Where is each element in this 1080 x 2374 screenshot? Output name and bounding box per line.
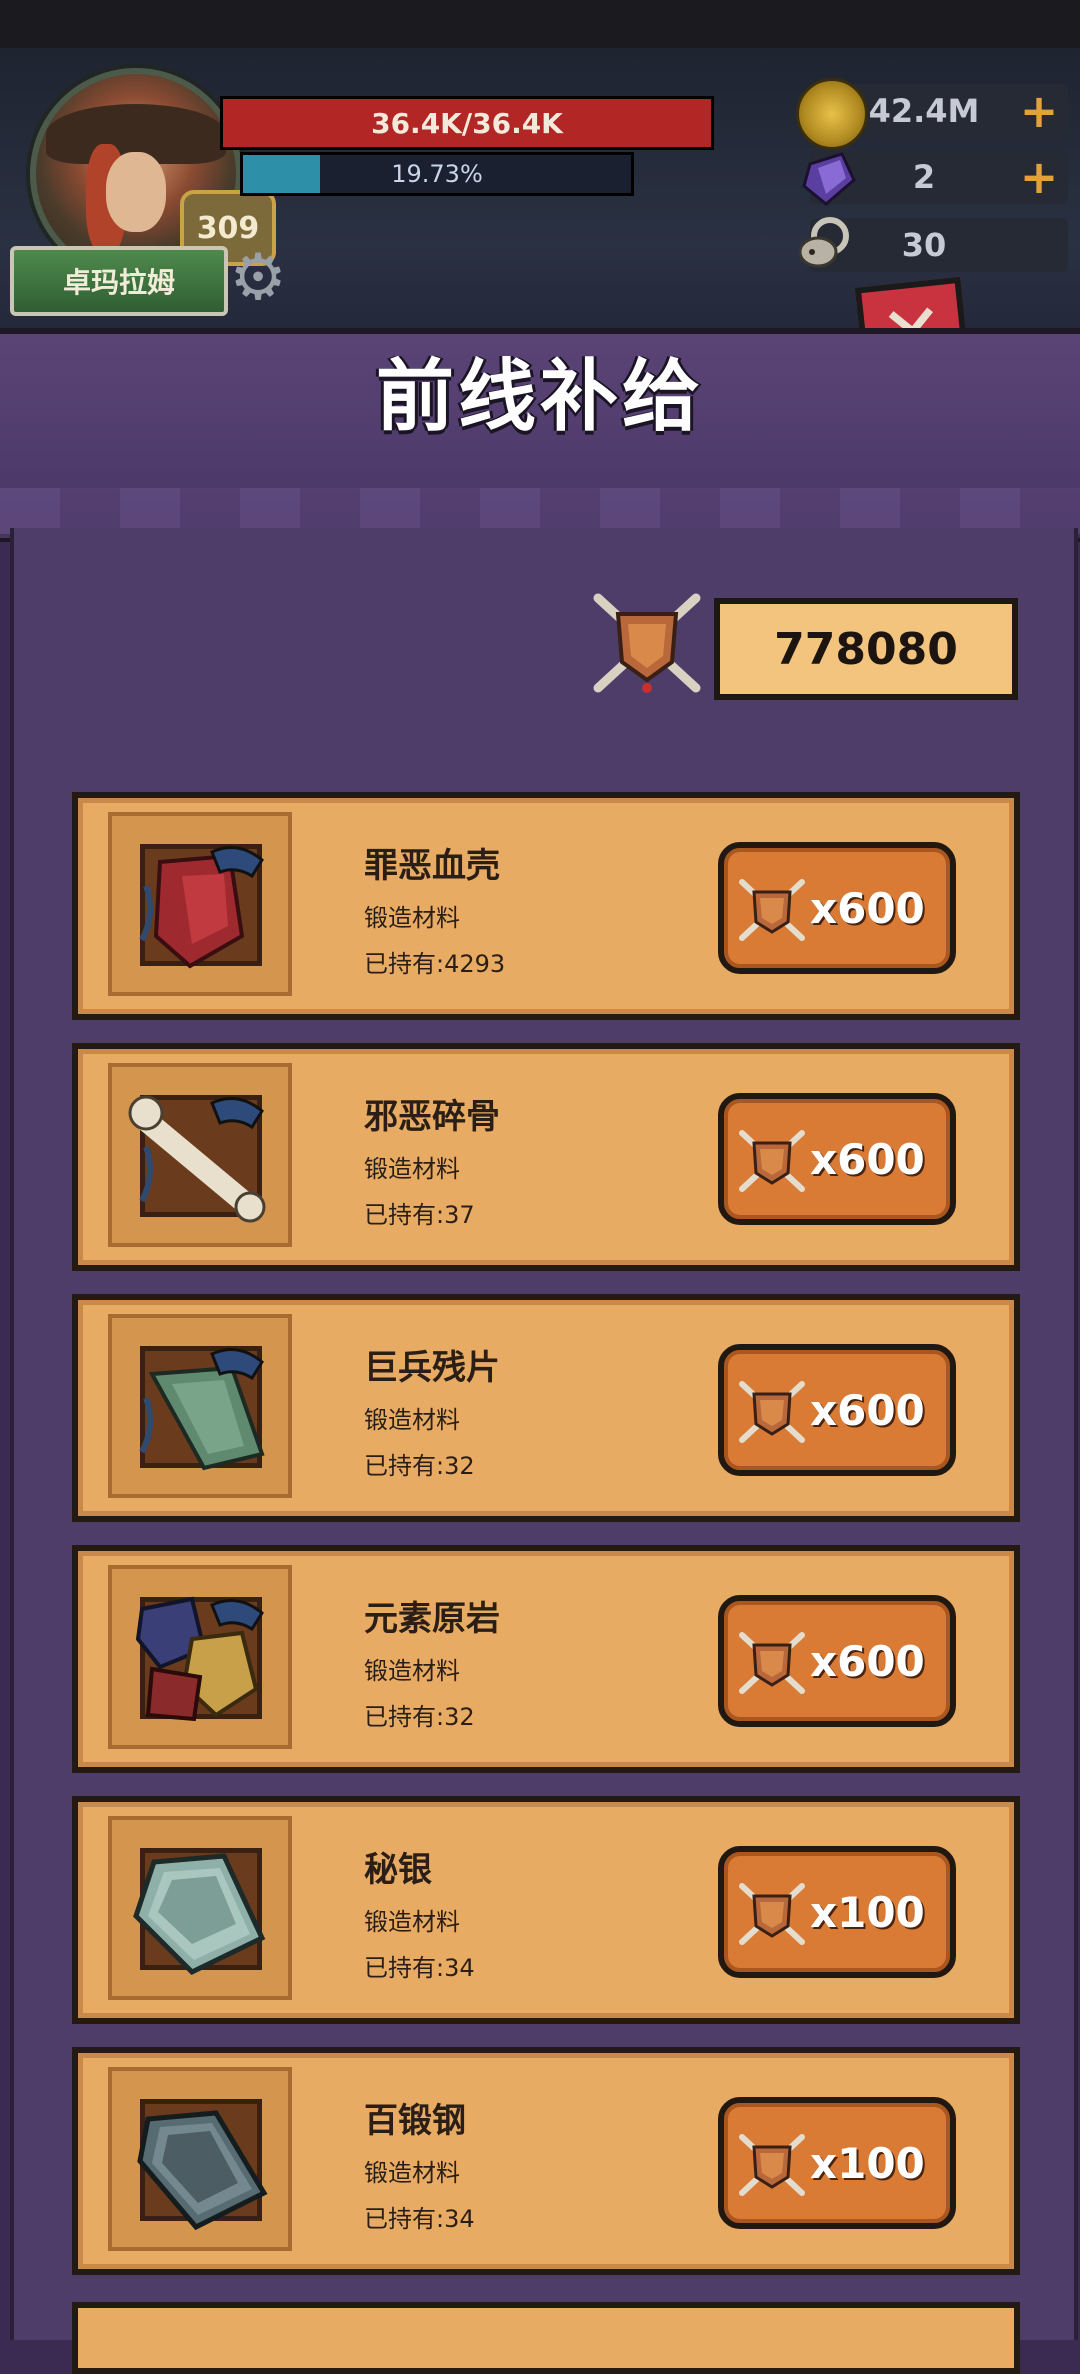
buy-price: x600: [810, 1134, 925, 1184]
item-name: 秘银: [364, 1850, 432, 1890]
item-icon[interactable]: [108, 1063, 292, 1247]
settings-gear-icon[interactable]: ⚙: [220, 240, 296, 316]
item-type: 锻造材料: [364, 2159, 460, 2187]
buy-button[interactable]: x600: [718, 1344, 956, 1476]
item-row-partial: [72, 2302, 1020, 2374]
hp-text: 36.4K/36.4K: [371, 106, 563, 140]
item-owned-count: 已持有:32: [364, 1452, 475, 1480]
item-icon[interactable]: [108, 1565, 292, 1749]
page-title: 前线补给: [375, 352, 704, 442]
item-row: 秘银锻造材料已持有:34 x100: [72, 1796, 1020, 2024]
item-type: 锻造材料: [364, 904, 460, 932]
buy-button[interactable]: x100: [718, 2097, 956, 2229]
skull-amount: 30: [901, 226, 947, 264]
item-icon[interactable]: [108, 812, 292, 996]
item-owned-count: 已持有:34: [364, 2205, 475, 2233]
player-name-plate: 卓玛拉姆: [10, 246, 228, 316]
item-art: [133, 1853, 266, 1976]
xp-text: 19.73%: [391, 160, 483, 188]
ram-skull-icon: [790, 212, 856, 278]
buy-price: x600: [810, 1636, 925, 1686]
crystal-amount: 2: [912, 158, 936, 196]
add-crystal-button[interactable]: +: [1016, 150, 1062, 204]
add-gold-button[interactable]: +: [1016, 84, 1062, 138]
item-name: 百锻钢: [364, 2101, 466, 2141]
item-name: 邪恶碎骨: [364, 1097, 500, 1137]
item-row: 巨兵残片锻造材料已持有:32 x600: [72, 1294, 1020, 1522]
item-type: 锻造材料: [364, 1155, 460, 1183]
item-type: 锻造材料: [364, 1406, 460, 1434]
status-bar: [0, 0, 1080, 48]
item-row: 罪恶血壳锻造材料已持有:4293 x600: [72, 792, 1020, 1020]
item-icon[interactable]: [108, 1314, 292, 1498]
item-owned-count: 已持有:4293: [364, 950, 506, 978]
buy-button[interactable]: x100: [718, 1846, 956, 1978]
avatar-face: [106, 152, 166, 232]
item-owned-count: 已持有:37: [364, 1201, 475, 1229]
item-row: 元素原岩锻造材料已持有:32 x600: [72, 1545, 1020, 1773]
item-art: [137, 2110, 268, 2231]
buy-price: x600: [810, 883, 925, 933]
supply-token-icon: [588, 584, 706, 702]
item-row: 邪恶碎骨锻造材料已持有:37 x600: [72, 1043, 1020, 1271]
purple-crystal-icon: [796, 146, 862, 212]
item-art: [139, 846, 264, 969]
buy-button[interactable]: x600: [718, 1595, 956, 1727]
buy-button[interactable]: x600: [718, 842, 956, 974]
item-row: 百锻钢锻造材料已持有:34 x100: [72, 2047, 1020, 2275]
item-art: [135, 1596, 264, 1722]
item-art: [139, 1348, 265, 1471]
item-icon[interactable]: [108, 1816, 292, 2000]
item-owned-count: 已持有:32: [364, 1703, 475, 1731]
xp-bar: 19.73%: [240, 152, 634, 196]
item-type: 锻造材料: [364, 1657, 460, 1685]
buy-price: x600: [810, 1385, 925, 1435]
item-owned-count: 已持有:34: [364, 1954, 475, 1982]
gold-coin-icon: [796, 78, 868, 150]
item-icon[interactable]: [108, 2067, 292, 2251]
buy-price: x100: [810, 1887, 925, 1937]
item-name: 巨兵残片: [364, 1348, 500, 1388]
buy-price: x100: [810, 2138, 925, 2188]
item-name: 元素原岩: [364, 1599, 500, 1639]
hp-bar: 36.4K/36.4K: [220, 96, 714, 150]
item-art: [128, 1095, 266, 1223]
item-type: 锻造材料: [364, 1908, 460, 1936]
supply-token-balance: 778080: [714, 598, 1018, 700]
buy-button[interactable]: x600: [718, 1093, 956, 1225]
item-name: 罪恶血壳: [364, 846, 500, 886]
